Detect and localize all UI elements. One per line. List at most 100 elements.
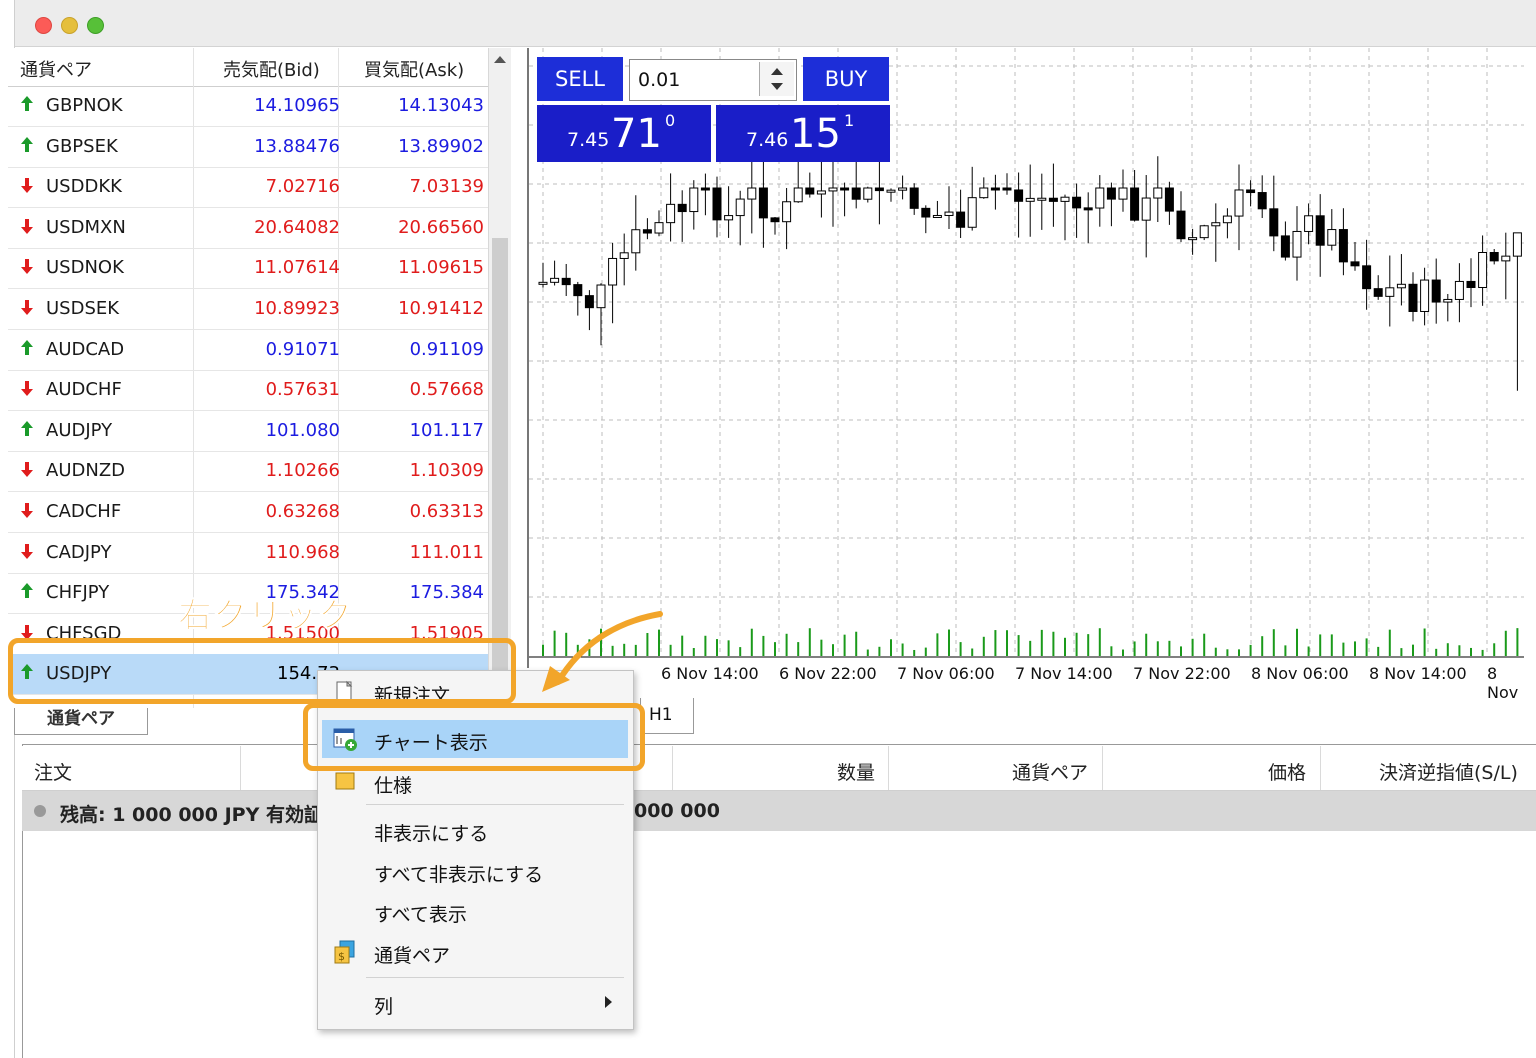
table-row[interactable]: USDMXN 20.64082 20.66560 <box>8 208 496 249</box>
table-row[interactable]: AUDNZD 1.10266 1.10309 <box>8 451 496 493</box>
table-row[interactable]: AUDCAD 0.91071 0.91109 <box>8 330 496 371</box>
candle-body <box>712 187 722 221</box>
buy-price[interactable]: 7.46 15 1 <box>716 105 890 162</box>
scroll-up-icon[interactable] <box>494 56 506 63</box>
column-header-ask[interactable]: 買気配(Ask) <box>364 56 464 82</box>
candle-body <box>1199 225 1209 239</box>
table-row[interactable]: AUDCHF 0.57631 0.57668 <box>8 370 496 412</box>
candle-body <box>1257 192 1267 210</box>
row-bid: 14.10965 <box>254 95 340 116</box>
candle-body <box>967 197 977 228</box>
lot-stepper[interactable] <box>759 62 794 96</box>
candle-body <box>1106 187 1116 200</box>
table-row[interactable]: GBPNOK 14.10965 14.13043 <box>8 86 496 127</box>
table-row[interactable]: USDDKK 7.02716 7.03139 <box>8 167 496 209</box>
tab-chart-timeframe[interactable]: H1 <box>640 698 694 734</box>
arrow-down-icon <box>21 300 33 315</box>
zoom-window-button[interactable] <box>87 17 104 34</box>
column-header-price[interactable]: 価格 <box>1268 758 1306 785</box>
row-symbol: CHFJPY <box>46 582 110 604</box>
row-bid: 1.10266 <box>265 460 340 482</box>
sell-price[interactable]: 7.45 71 0 <box>537 105 711 162</box>
candle-body <box>631 229 641 254</box>
tab-currency-pairs[interactable]: 通貨ペア <box>14 708 148 735</box>
column-header-bid[interactable]: 売気配(Bid) <box>223 56 320 82</box>
arrow-down-icon <box>21 503 33 518</box>
row-ask: 13.89902 <box>398 135 484 157</box>
balance-row: 残高: 1 000 000 JPY 有効証 000 000 <box>22 791 1536 831</box>
row-ask: 14.13043 <box>398 95 484 116</box>
row-ask: 20.66560 <box>398 216 484 238</box>
candle-body <box>758 187 768 219</box>
table-row[interactable]: USDNOK 11.07614 11.09615 <box>8 248 496 290</box>
column-header-volume[interactable]: 数量 <box>837 758 875 785</box>
column-header-pair[interactable]: 通貨ペア <box>1012 758 1088 785</box>
row-bid: 101.080 <box>265 419 340 441</box>
time-axis-label: 6 Nov 14:00 <box>661 664 759 683</box>
candle-body <box>1222 215 1232 224</box>
candle-body <box>1246 189 1256 194</box>
arrow-up-icon <box>21 339 33 355</box>
candle-body <box>596 284 606 309</box>
table-row[interactable]: GBPSEK 13.88476 13.89902 <box>8 127 496 168</box>
menu-item-show-all[interactable]: すべて表示 <box>322 892 628 930</box>
row-ask: 101.117 <box>409 419 484 441</box>
candle-body <box>677 203 687 213</box>
candle-body <box>654 222 664 234</box>
menu-item-hide[interactable]: 非表示にする <box>322 811 628 849</box>
candle-body <box>689 187 699 213</box>
table-row[interactable]: USDSEK 10.89923 10.91412 <box>8 289 496 330</box>
candle-body <box>1153 187 1163 199</box>
menu-item-currency-pairs[interactable]: $ 通貨ペア <box>322 933 628 971</box>
arrow-up-icon <box>21 96 33 111</box>
candle-body <box>538 281 548 285</box>
title-bar <box>15 0 1536 47</box>
stepper-up-icon[interactable] <box>771 68 783 75</box>
candle-body <box>782 201 792 223</box>
arrow-down-icon <box>21 381 33 397</box>
chart-time-axis: 6 Nov 14:00 6 Nov 22:00 7 Nov 06:00 7 Nov 1… <box>527 664 1522 702</box>
minimize-window-button[interactable] <box>61 17 78 34</box>
submenu-arrow-icon <box>605 996 612 1008</box>
candle-body <box>1164 187 1174 212</box>
terminal-header: 注文 数量 通貨ペア 価格 決済逆指値(S/L) <box>22 746 1536 791</box>
row-ask: 11.09615 <box>398 257 484 279</box>
candle-body <box>1025 197 1035 202</box>
sell-price-fraction: 0 <box>665 111 676 130</box>
candle-body <box>550 277 560 283</box>
candle-body <box>1489 252 1499 262</box>
table-row[interactable]: CADJPY 110.968 111.011 <box>8 533 496 574</box>
row-symbol: AUDCHF <box>46 379 122 401</box>
row-ask: 7.03139 <box>409 176 484 198</box>
row-bid: 0.91071 <box>265 338 340 360</box>
column-header-symbol[interactable]: 通貨ペア <box>20 56 92 82</box>
candle-body <box>666 203 676 224</box>
column-header-order[interactable]: 注文 <box>34 758 72 785</box>
column-header-stop-loss[interactable]: 決済逆指値(S/L) <box>1379 758 1518 785</box>
market-watch-scrollbar[interactable] <box>488 48 511 708</box>
arrow-down-icon <box>21 543 33 559</box>
candle-body <box>805 187 815 195</box>
annotation-highlight-usdjpy <box>8 638 516 704</box>
candle-body <box>1501 255 1511 262</box>
candle-body <box>956 211 966 228</box>
menu-item-label: すべて非表示にする <box>374 864 544 886</box>
candle-body <box>1373 288 1383 297</box>
buy-button[interactable]: BUY <box>803 57 889 101</box>
close-window-button[interactable] <box>35 17 52 34</box>
candle-body <box>770 217 780 223</box>
menu-item-columns[interactable]: 列 <box>322 984 628 1022</box>
specification-icon <box>335 772 355 790</box>
row-symbol: GBPSEK <box>46 135 118 157</box>
candle-body <box>1176 210 1186 240</box>
table-row[interactable]: AUDJPY 101.080 101.117 <box>8 411 496 452</box>
candle-body <box>1072 196 1082 209</box>
lot-size-input[interactable]: 0.01 <box>629 59 797 101</box>
sell-button[interactable]: SELL <box>537 57 623 101</box>
table-row[interactable]: CADCHF 0.63268 0.63313 <box>8 492 496 533</box>
menu-item-hide-all[interactable]: すべて非表示にする <box>322 852 628 890</box>
stepper-down-icon[interactable] <box>771 83 783 90</box>
candle-body <box>921 207 931 218</box>
row-bid: 10.89923 <box>254 298 340 319</box>
candle-body <box>1512 232 1522 257</box>
